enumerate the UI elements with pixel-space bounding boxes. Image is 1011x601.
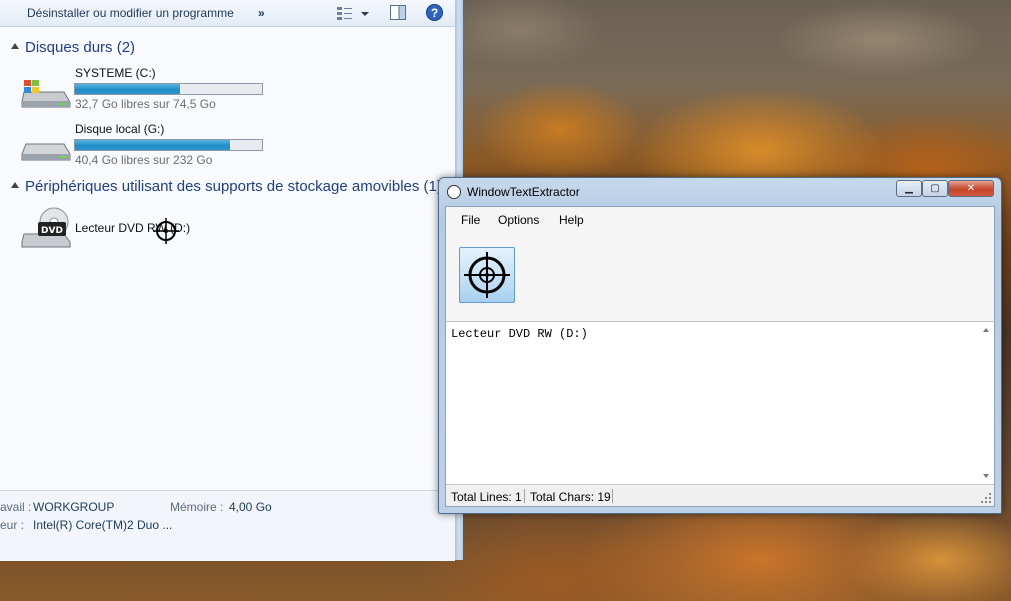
details-pane: avail : WORKGROUP Mémoire : 4,00 Go eur … [0, 490, 455, 561]
preview-pane-icon[interactable] [390, 5, 406, 21]
target-finder-button[interactable] [459, 247, 515, 303]
windows-drive-icon [21, 80, 71, 108]
crosshair-target-icon [464, 252, 510, 298]
drive-usage-bar-c [74, 83, 263, 95]
explorer-toolbar: Désinstaller ou modifier un programme » … [0, 0, 455, 27]
drive-free-space-c: 32,7 Go libres sur 74,5 Go [75, 97, 216, 111]
maximize-button[interactable]: ▢ [922, 180, 948, 197]
total-lines-status: Total Lines: 1 [451, 490, 522, 504]
more-commands-button[interactable]: » [258, 6, 265, 20]
drive-name-g[interactable]: Disque local (G:) [75, 122, 164, 136]
app-icon[interactable] [447, 185, 461, 199]
scroll-down-icon[interactable] [983, 474, 989, 478]
dvd-icon-label: DVD [41, 226, 63, 236]
group-header-hard-disks[interactable]: Disques durs (2) [25, 39, 135, 56]
drive-usage-fill-g [75, 140, 231, 150]
view-options-icon[interactable] [336, 5, 370, 21]
extracted-text-area[interactable]: Lecteur DVD RW (D:) [446, 321, 994, 485]
drive-usage-fill-c [75, 84, 180, 94]
drive-usage-bar-g [74, 139, 263, 151]
status-separator [524, 489, 525, 503]
drive-name-c[interactable]: SYSTEME (C:) [75, 66, 156, 80]
window-title: WindowTextExtractor [467, 185, 580, 199]
processor-label: eur : [0, 518, 25, 532]
uninstall-program-button[interactable]: Désinstaller ou modifier un programme [27, 6, 234, 20]
help-icon[interactable]: ? [426, 4, 443, 21]
collapse-hard-disks-icon[interactable] [11, 43, 19, 49]
menu-options[interactable]: Options [498, 213, 539, 227]
minimize-button[interactable]: ▁ [896, 180, 922, 197]
memory-label: Mémoire : [170, 500, 224, 514]
processor-value: Intel(R) Core(TM)2 Duo ... [33, 518, 173, 532]
menu-file[interactable]: File [461, 213, 480, 227]
resize-grip-icon[interactable] [980, 492, 992, 504]
scroll-up-icon[interactable] [983, 328, 989, 332]
extracted-text: Lecteur DVD RW (D:) [451, 327, 588, 341]
workgroup-label: avail : [0, 500, 32, 514]
total-chars-status: Total Chars: 19 [530, 490, 611, 504]
status-bar: Total Lines: 1 Total Chars: 19 [446, 486, 994, 506]
window-text-extractor-window: WindowTextExtractor ▁ ▢ ✕ File Options H… [438, 177, 1002, 514]
menu-help[interactable]: Help [559, 213, 584, 227]
collapse-removable-icon[interactable] [11, 182, 19, 188]
crosshair-cursor-icon [153, 218, 179, 244]
memory-value: 4,00 Go [229, 500, 272, 514]
workgroup-value: WORKGROUP [33, 500, 115, 514]
close-button[interactable]: ✕ [948, 180, 994, 197]
svg-text:?: ? [431, 6, 438, 20]
drive-free-space-g: 40,4 Go libres sur 232 Go [75, 153, 213, 167]
explorer-window: Désinstaller ou modifier un programme » … [0, 0, 462, 561]
group-header-removable[interactable]: Périphériques utilisant des supports de … [25, 178, 455, 195]
hard-drive-icon [21, 143, 71, 161]
window-client-area: File Options Help Lecteur DVD RW (D:) To… [445, 206, 995, 507]
dvd-drive-icon: DVD [21, 207, 71, 248]
status-separator [612, 489, 613, 503]
